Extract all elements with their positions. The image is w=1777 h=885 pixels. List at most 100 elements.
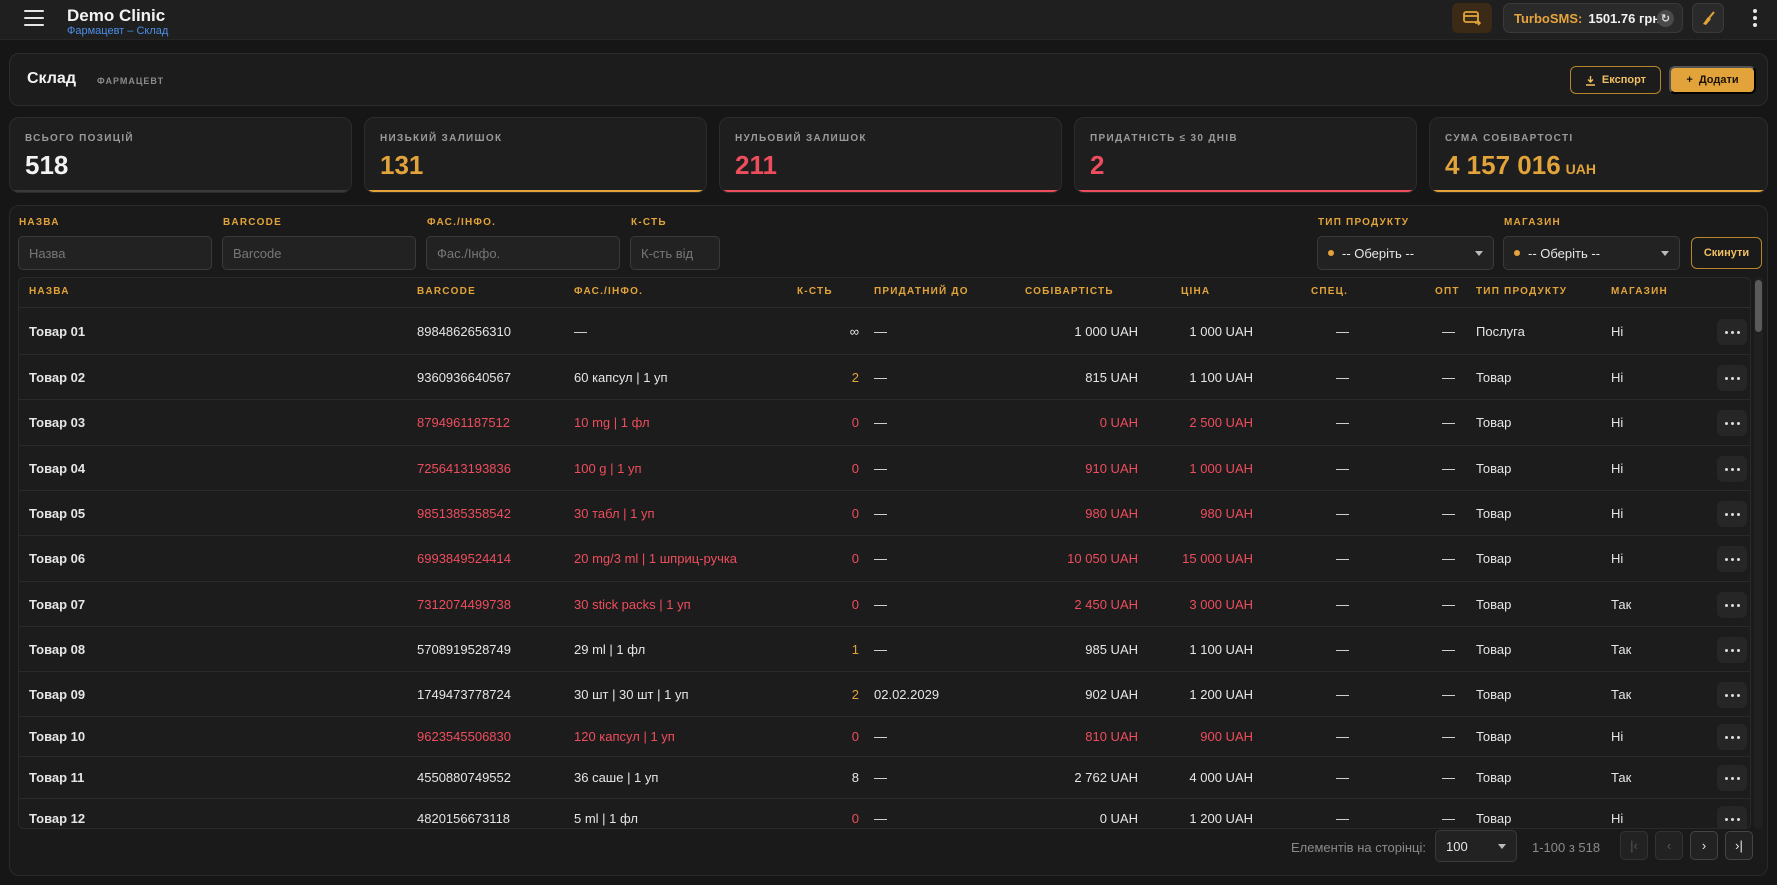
cell-opt: — <box>1442 811 1455 826</box>
row-menu-button[interactable] <box>1717 765 1747 791</box>
cell-barcode: 8794961187512 <box>417 415 511 430</box>
row-menu-button[interactable] <box>1717 410 1747 436</box>
table-row[interactable]: Товар 01 8984862656310 — ∞ — 1 000 UAH 1 000 U… <box>19 309 1750 355</box>
next-page-button[interactable]: › <box>1690 831 1718 860</box>
per-page-value: 100 <box>1446 838 1468 854</box>
col-name[interactable]: НАЗВА <box>29 286 70 297</box>
add-button[interactable]: + Додати <box>1669 66 1756 94</box>
cell-opt: — <box>1442 415 1455 430</box>
first-page-button[interactable]: |‹ <box>1620 831 1648 860</box>
cell-price: 1 200 UAH <box>1189 811 1253 826</box>
row-menu-button[interactable] <box>1717 546 1747 572</box>
cell-expiry: — <box>874 597 887 612</box>
filter-shop-select[interactable]: -- Оберіть -- <box>1503 236 1680 270</box>
table-row[interactable]: Товар 07 7312074499738 30 stick packs | 1 … <box>19 582 1750 627</box>
cell-expiry: — <box>874 415 887 430</box>
col-opt[interactable]: ОПТ <box>1435 286 1460 297</box>
dot-icon <box>1328 250 1334 256</box>
table-row[interactable]: Товар 02 9360936640567 60 капсул | 1 уп 2 — 8… <box>19 355 1750 400</box>
col-type[interactable]: ТИП ПРОДУКТУ <box>1476 286 1567 297</box>
broom-button[interactable] <box>1692 3 1724 33</box>
sms-label: TurboSMS: <box>1514 10 1583 26</box>
cell-expiry: — <box>874 551 887 566</box>
col-barcode[interactable]: BARCODE <box>417 286 476 297</box>
refresh-icon[interactable]: ↻ <box>1657 10 1674 27</box>
cell-name: Товар 10 <box>29 729 86 744</box>
cell-name: Товар 03 <box>29 415 86 430</box>
col-qty[interactable]: К-СТЬ <box>797 286 833 297</box>
cell-pack: 36 саше | 1 уп <box>574 770 659 785</box>
sms-balance: TurboSMS: 1501.76 грн ↻ <box>1503 3 1683 33</box>
stat-total: ВСЬОГО ПОЗИЦІЙ 518 <box>9 117 352 193</box>
cell-barcode: 8984862656310 <box>417 324 511 339</box>
table-row[interactable]: Товар 12 4820156673118 5 ml | 1 фл 0 — 0 UAH 1… <box>19 799 1750 828</box>
cell-spec: — <box>1336 324 1349 339</box>
row-menu-button[interactable] <box>1717 637 1747 663</box>
export-button[interactable]: Експорт <box>1570 66 1661 94</box>
cell-type: Товар <box>1476 370 1512 385</box>
table-scrollbar[interactable] <box>1754 277 1763 829</box>
table-row[interactable]: Товар 05 9851385358542 30 табл | 1 уп 0 — 980… <box>19 491 1750 536</box>
table-row[interactable]: Товар 08 5708919528749 29 ml | 1 фл 1 — 985 U… <box>19 627 1750 672</box>
cell-cost: 1 000 UAH <box>1074 324 1138 339</box>
cell-shop: Так <box>1611 687 1632 702</box>
table-header: НАЗВА BARCODE ФАС./ІНФО. К-СТЬ ПРИДАТНИЙ… <box>19 278 1750 308</box>
row-menu-button[interactable] <box>1717 682 1747 708</box>
row-menu-button[interactable] <box>1717 806 1747 828</box>
col-shop[interactable]: МАГАЗИН <box>1611 286 1668 297</box>
cell-pack: 29 ml | 1 фл <box>574 642 646 657</box>
col-spec[interactable]: СПЕЦ. <box>1311 286 1348 297</box>
table-row[interactable]: Товар 11 4550880749552 36 саше | 1 уп 8 — 2 7… <box>19 757 1750 799</box>
table-row[interactable]: Товар 06 6993849524414 20 mg/3 ml | 1 шпри… <box>19 536 1750 582</box>
cell-pack: 20 mg/3 ml | 1 шприц-ручка <box>574 551 738 566</box>
filter-type-select[interactable]: -- Оберіть -- <box>1317 236 1494 270</box>
col-price[interactable]: ЦІНА <box>1181 286 1210 297</box>
cell-shop: Ні <box>1611 551 1624 566</box>
menu-icon[interactable] <box>24 10 44 26</box>
cell-pack: 10 mg | 1 фл <box>574 415 650 430</box>
table-row[interactable]: Товар 10 9623545506830 120 капсул | 1 уп 0 —… <box>19 717 1750 757</box>
cell-cost: 2 762 UAH <box>1074 770 1138 785</box>
cell-name: Товар 04 <box>29 461 86 476</box>
page-title: Склад <box>27 70 76 87</box>
cell-type: Товар <box>1476 597 1512 612</box>
cell-shop: Ні <box>1611 324 1624 339</box>
filter-pack-input[interactable] <box>426 236 620 270</box>
row-menu-button[interactable] <box>1717 365 1747 391</box>
cart-button[interactable] <box>1452 3 1492 33</box>
cell-spec: — <box>1336 770 1349 785</box>
row-menu-button[interactable] <box>1717 456 1747 482</box>
export-label: Експорт <box>1601 74 1647 86</box>
row-menu-button[interactable] <box>1717 592 1747 618</box>
row-menu-button[interactable] <box>1717 319 1747 345</box>
cell-barcode: 4820156673118 <box>417 811 511 826</box>
table-row[interactable]: Товар 03 8794961187512 10 mg | 1 фл 0 — 0 UAH… <box>19 400 1750 446</box>
table-row[interactable]: Товар 04 7256413193836 100 g | 1 уп 0 — 910 U… <box>19 446 1750 491</box>
row-menu-button[interactable] <box>1717 724 1747 750</box>
filter-name-input[interactable] <box>18 236 212 270</box>
filter-qty-input[interactable] <box>630 236 720 270</box>
more-icon[interactable] <box>1748 8 1762 28</box>
stat-label: СУМА СОБІВАРТОСТІ <box>1445 133 1574 144</box>
stat-label: ВСЬОГО ПОЗИЦІЙ <box>25 133 134 144</box>
row-menu-button[interactable] <box>1717 501 1747 527</box>
cell-qty: 2 <box>851 370 859 385</box>
col-expiry[interactable]: ПРИДАТНИЙ ДО <box>874 286 969 297</box>
per-page-select[interactable]: 100 <box>1435 830 1517 862</box>
last-page-button[interactable]: ›| <box>1725 831 1753 860</box>
cart-icon <box>1463 11 1481 26</box>
stat-expiry: ПРИДАТНІСТЬ ≤ 30 ДНІВ 2 <box>1074 117 1417 193</box>
reset-button[interactable]: Скинути <box>1691 237 1762 269</box>
breadcrumb[interactable]: Фармацевт – Склад <box>67 25 168 37</box>
cell-barcode: 7256413193836 <box>417 461 511 476</box>
table-row[interactable]: Товар 09 1749473778724 30 шт | 30 шт | 1 у… <box>19 672 1750 717</box>
col-pack[interactable]: ФАС./ІНФО. <box>574 286 643 297</box>
scroll-thumb[interactable] <box>1755 280 1762 332</box>
cell-pack: 100 g | 1 уп <box>574 461 642 476</box>
cell-cost: 0 UAH <box>1099 811 1138 826</box>
prev-page-button[interactable]: ‹ <box>1655 831 1683 860</box>
cell-name: Товар 06 <box>29 551 86 566</box>
filter-barcode-input[interactable] <box>222 236 416 270</box>
col-cost[interactable]: СОБІВАРТІСТЬ <box>1025 286 1114 297</box>
cell-spec: — <box>1336 461 1349 476</box>
